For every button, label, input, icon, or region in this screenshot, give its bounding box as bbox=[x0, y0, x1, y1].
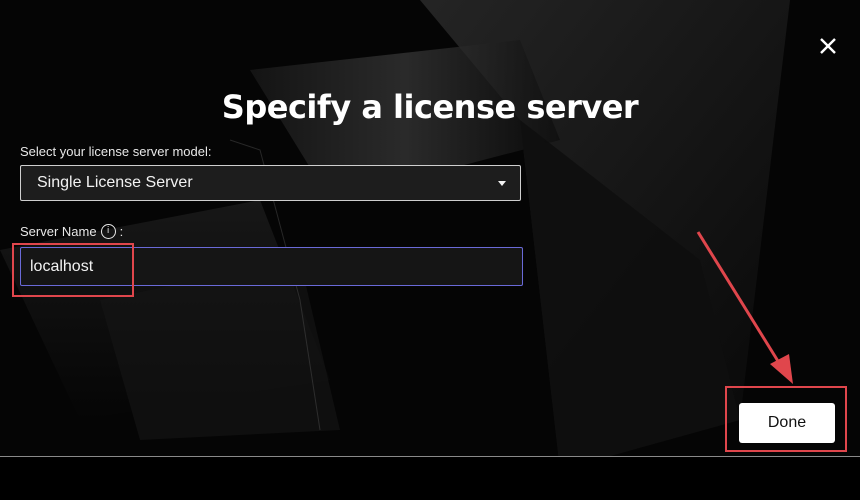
close-button[interactable] bbox=[812, 30, 844, 62]
done-button[interactable]: Done bbox=[739, 403, 835, 443]
model-select-label: Select your license server model: bbox=[20, 144, 212, 159]
server-name-label: Server Name bbox=[20, 224, 97, 239]
info-icon[interactable]: i bbox=[100, 224, 116, 239]
server-name-input[interactable] bbox=[20, 247, 523, 286]
close-icon bbox=[820, 38, 836, 54]
dialog-title: Specify a license server bbox=[221, 88, 639, 126]
server-name-label-suffix: : bbox=[119, 224, 124, 239]
footer-bar bbox=[0, 457, 860, 500]
license-model-select[interactable]: Single License Server bbox=[20, 165, 521, 201]
server-name-label-row: Server Name i : bbox=[20, 224, 123, 239]
license-model-selected-value: Single License Server bbox=[37, 174, 193, 191]
chevron-down-icon bbox=[498, 181, 506, 186]
license-server-dialog: Specify a license server Select your lic… bbox=[0, 0, 860, 500]
